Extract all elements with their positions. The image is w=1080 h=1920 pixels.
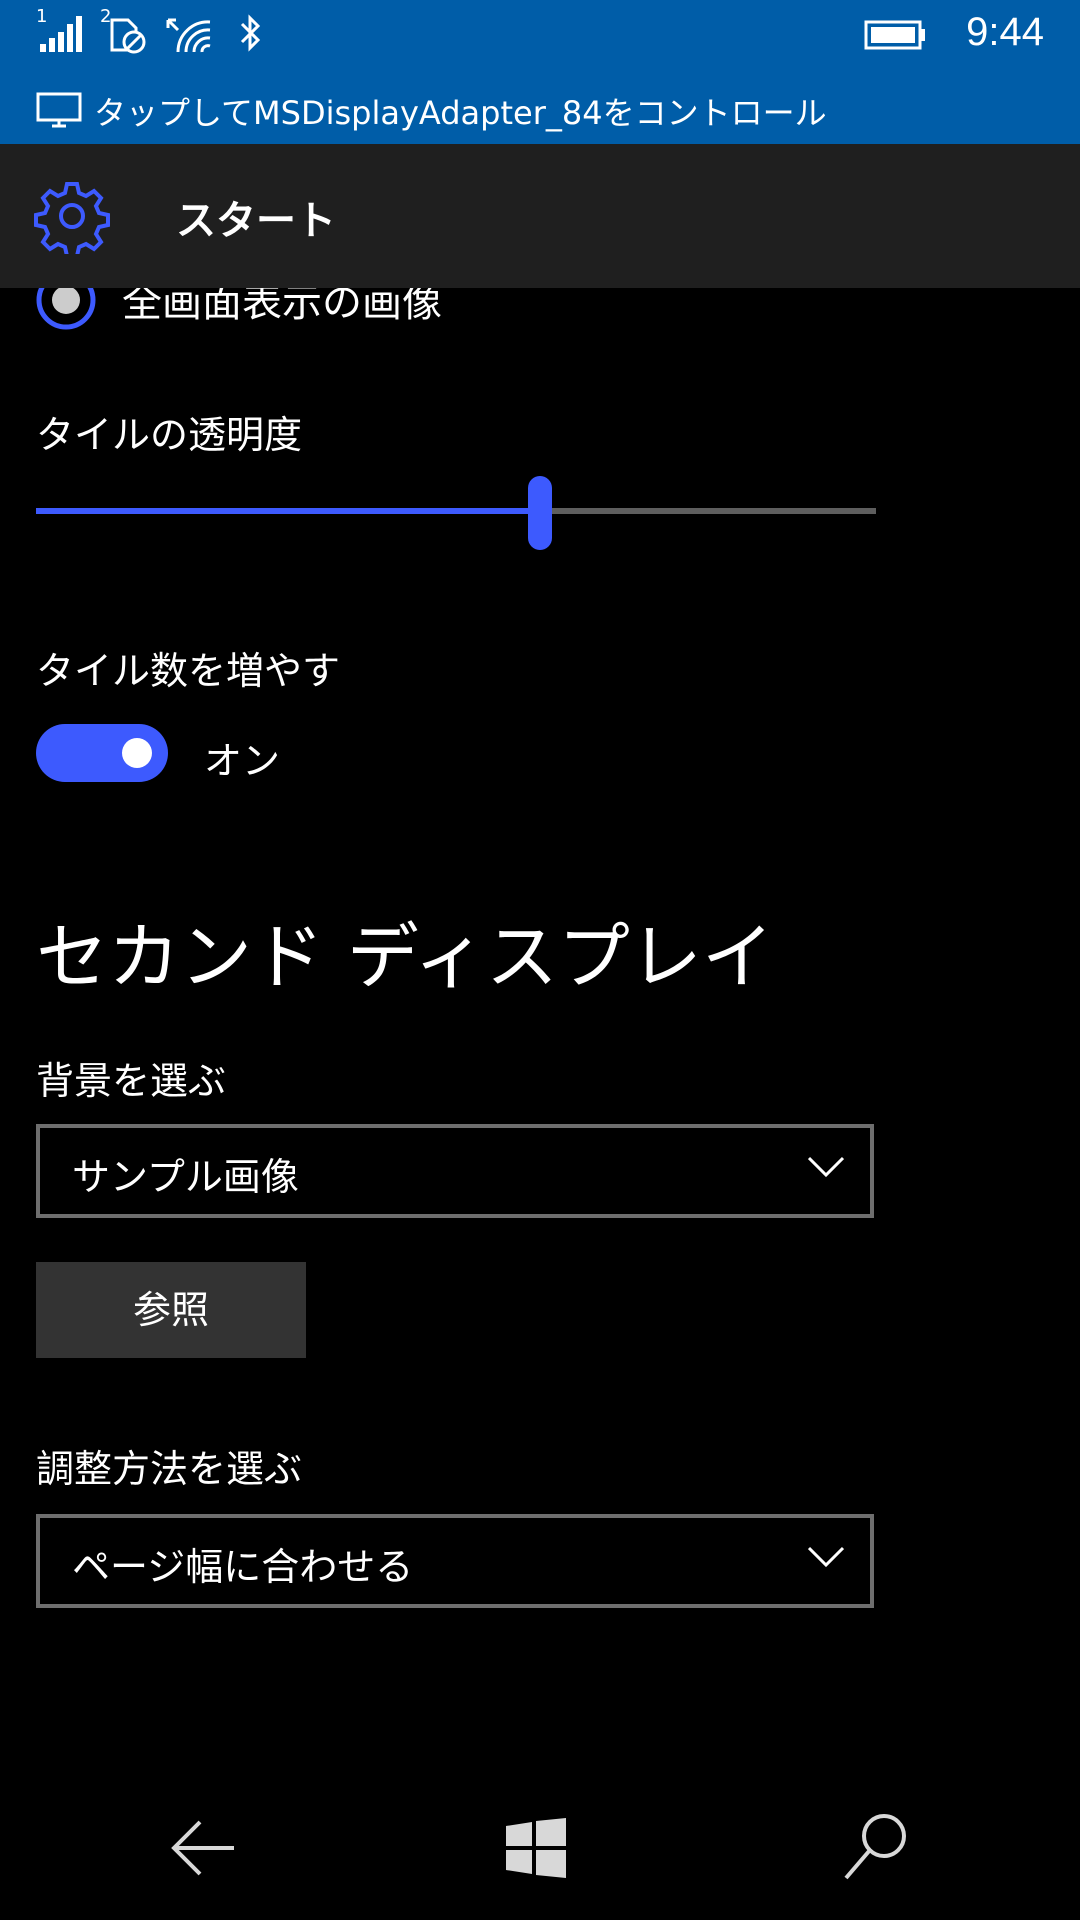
monitor-icon <box>36 92 82 128</box>
windows-icon[interactable] <box>506 1818 568 1878</box>
chevron-down-icon <box>808 1156 844 1178</box>
chevron-down-icon <box>808 1546 844 1568</box>
browse-button-label: 参照 <box>132 1288 209 1332</box>
page-header: スタート <box>0 144 1080 288</box>
transparency-slider[interactable] <box>36 472 876 552</box>
page-title: スタート <box>176 198 336 244</box>
background-dropdown-value: サンプル画像 <box>72 1155 299 1199</box>
fit-label: 調整方法を選ぶ <box>36 1447 303 1491</box>
navigation-bar <box>0 1780 1080 1920</box>
fullscreen-option-label: 全画面表示の画像 <box>122 288 442 326</box>
search-icon[interactable] <box>842 1812 908 1882</box>
more-tiles-label: タイル数を増やす <box>36 649 341 693</box>
bluetooth-icon <box>240 14 261 52</box>
transparency-label: タイルの透明度 <box>36 413 303 457</box>
slider-fill <box>36 508 540 514</box>
clock: 9:44 <box>966 10 1044 54</box>
cast-notification[interactable]: タップしてMSDisplayAdapter_84をコントロール <box>0 68 1080 144</box>
radio-button[interactable] <box>36 288 96 330</box>
background-dropdown[interactable]: サンプル画像 <box>36 1124 874 1218</box>
more-tiles-toggle[interactable] <box>36 724 168 782</box>
notification-text: タップしてMSDisplayAdapter_84をコントロール <box>94 94 827 132</box>
status-bar: 1 2 9:44 <box>0 0 1080 68</box>
signal-icon <box>40 16 82 52</box>
toggle-state: オン <box>204 739 281 783</box>
sim-icon <box>110 18 146 54</box>
fit-dropdown-value: ページ幅に合わせる <box>72 1545 414 1589</box>
battery-icon <box>864 20 925 50</box>
fit-dropdown[interactable]: ページ幅に合わせる <box>36 1514 874 1608</box>
background-label: 背景を選ぶ <box>36 1059 227 1103</box>
section-title: セカンド ディスプレイ <box>36 915 774 999</box>
back-icon[interactable] <box>170 1818 236 1878</box>
gear-icon <box>34 182 110 254</box>
browse-button[interactable]: 参照 <box>36 1262 306 1358</box>
toggle-knob <box>122 738 152 768</box>
fullscreen-option[interactable]: 全画面表示の画像 <box>0 288 1080 334</box>
wifi-icon <box>166 18 211 53</box>
slider-thumb[interactable] <box>528 476 552 550</box>
